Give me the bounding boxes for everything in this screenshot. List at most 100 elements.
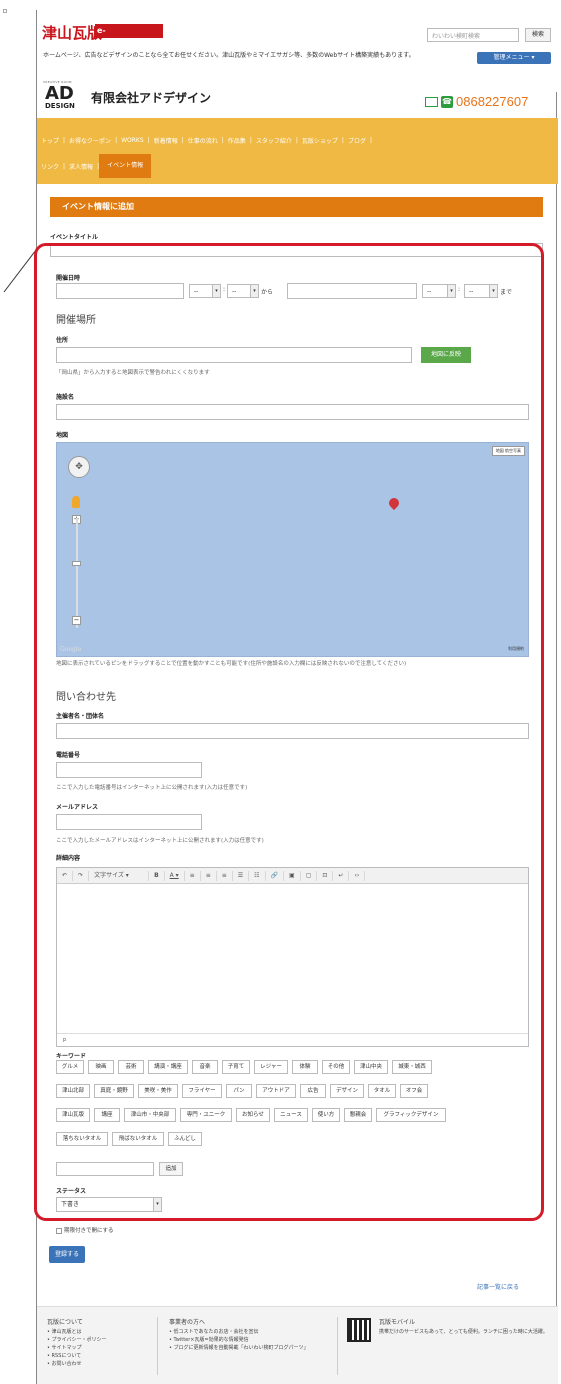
keyword-tag[interactable]: パン <box>226 1084 252 1098</box>
keyword-tag[interactable]: 美咲・美作 <box>138 1084 178 1098</box>
search-input[interactable]: わいわい検町検索 <box>427 28 519 42</box>
nav-item-jobs[interactable]: 求人情報 <box>65 162 97 171</box>
media-icon[interactable]: ⊡ <box>317 870 334 881</box>
keyword-tag[interactable]: 懇親会 <box>344 1108 372 1122</box>
footer-link[interactable]: • プライバシー・ポリシー <box>47 1336 106 1344</box>
keyword-tag[interactable]: オフ会 <box>400 1084 428 1098</box>
start-minute-select[interactable]: -- ▾ <box>227 284 259 298</box>
bold-icon[interactable]: B <box>149 870 165 881</box>
map-terms-link[interactable]: 利用規約 <box>508 646 524 652</box>
mail-icon[interactable] <box>425 97 438 107</box>
rich-text-editor[interactable]: ↶ ↷ 文字サイズ ▾ B A ▾ ≡ ≡ ≡ ☰ ☷ 🔗 ▣ ▢ ⊡ ↵ ‹›… <box>56 867 529 1047</box>
keyword-tag[interactable]: お知らせ <box>236 1108 270 1122</box>
numbered-list-icon[interactable]: ☷ <box>249 870 266 881</box>
nav-item-works[interactable]: WORKS <box>117 137 148 144</box>
map-type-toggle[interactable]: 地図 航空写真 <box>491 446 525 456</box>
keyword-tag[interactable]: 飛ばないタオル <box>112 1132 164 1146</box>
align-right-icon[interactable]: ≡ <box>217 870 233 881</box>
footer-link[interactable]: • お問い合わせ <box>47 1360 106 1368</box>
end-date-input[interactable] <box>287 283 417 299</box>
keyword-tag[interactable]: 真庭・鏡野 <box>94 1084 134 1098</box>
nav-item-events[interactable]: イベント情報 <box>99 154 152 178</box>
document-icon[interactable]: ▢ <box>301 870 318 881</box>
link-icon[interactable]: 🔗 <box>266 870 285 881</box>
zoom-handle[interactable] <box>72 561 81 566</box>
phone-number[interactable]: 0868227607 <box>456 94 528 109</box>
start-hour-select[interactable]: -- ▾ <box>189 284 221 298</box>
add-keyword-button[interactable]: 追加 <box>159 1162 183 1176</box>
nav-item-blog[interactable]: ブログ <box>344 136 370 145</box>
keyword-tag[interactable]: 芸術 <box>118 1060 144 1074</box>
status-select[interactable]: 下書き ▾ <box>56 1197 162 1212</box>
keyword-tag[interactable]: 映画 <box>88 1060 114 1074</box>
keyword-tag[interactable]: 城東・城西 <box>392 1060 432 1074</box>
keyword-tag[interactable]: 専門・ユニーク <box>180 1108 232 1122</box>
submit-button[interactable]: 登録する <box>49 1246 85 1263</box>
phone-input[interactable] <box>56 762 202 778</box>
footer-link[interactable]: • 低コストであなたのお店・会社を宣伝 <box>169 1328 329 1336</box>
keyword-tag[interactable]: デザイン <box>330 1084 364 1098</box>
footer-link[interactable]: • Twitter×瓦版=効果的な情報発信 <box>169 1336 329 1344</box>
organizer-input[interactable] <box>56 723 529 739</box>
map-pan-icon[interactable]: ✥ <box>68 456 90 478</box>
line-break-icon[interactable]: ↵ <box>333 870 350 881</box>
facility-input[interactable] <box>56 404 529 420</box>
align-left-icon[interactable]: ≡ <box>185 870 201 881</box>
keyword-tag[interactable]: グラフィックデザイン <box>376 1108 446 1122</box>
nav-item-coupon[interactable]: お得なクーポン <box>65 136 115 145</box>
keyword-tag[interactable]: フライヤー <box>182 1084 222 1098</box>
site-logo-domain[interactable]: e-tsuyama.com <box>95 24 163 49</box>
redo-icon[interactable]: ↷ <box>73 870 90 881</box>
address-input[interactable] <box>56 347 412 363</box>
zoom-out-icon[interactable]: − <box>72 616 81 625</box>
image-icon[interactable]: ▣ <box>284 870 301 881</box>
nav-item-top[interactable]: トップ <box>37 136 63 145</box>
keyword-tag[interactable]: 音楽 <box>192 1060 218 1074</box>
ad-design-logo[interactable]: AD DESIGN <box>45 85 75 111</box>
keyword-tag[interactable]: 津山市・中央部 <box>124 1108 176 1122</box>
keyword-tag[interactable]: 子育て <box>222 1060 250 1074</box>
admin-menu-button[interactable]: 管理メニュー ▾ <box>477 52 551 64</box>
keyword-tag[interactable]: 津山中央 <box>354 1060 388 1074</box>
checkbox-icon[interactable] <box>56 1227 62 1234</box>
footer-link[interactable]: • ブログに更新情報を自動掲載「わいわい検町ブログパーツ」 <box>169 1344 329 1352</box>
align-center-icon[interactable]: ≡ <box>201 870 217 881</box>
undo-icon[interactable]: ↶ <box>57 870 74 881</box>
keyword-tag[interactable]: 講演・講座 <box>148 1060 188 1074</box>
map-canvas[interactable]: ✥ + − 地図 航空写真 Google 利用規約 <box>56 442 529 657</box>
zoom-slider[interactable] <box>76 518 78 628</box>
keyword-tag[interactable]: 津山瓦版 <box>56 1108 90 1122</box>
event-title-input[interactable] <box>50 243 543 257</box>
map-reflect-button[interactable]: 地図に反映 <box>421 347 471 363</box>
nav-item-workflow[interactable]: 仕事の流れ <box>184 136 222 145</box>
keyword-tag[interactable]: レジャー <box>254 1060 288 1074</box>
keyword-tag[interactable]: 広告 <box>300 1084 326 1098</box>
keyword-tag[interactable]: その他 <box>322 1060 350 1074</box>
search-button[interactable]: 検索 <box>525 28 551 42</box>
keyword-tag[interactable]: 津山北部 <box>56 1084 90 1098</box>
nav-item-portfolio[interactable]: 作品集 <box>224 136 250 145</box>
keyword-input[interactable] <box>56 1162 154 1176</box>
source-code-icon[interactable]: ‹› <box>349 870 366 881</box>
keyword-tag[interactable]: 講座 <box>94 1108 120 1122</box>
map-pin-icon[interactable] <box>386 495 402 511</box>
pegman-icon[interactable] <box>72 496 80 508</box>
back-to-list-link[interactable]: 記事一覧に戻る <box>477 1282 519 1291</box>
private-checkbox[interactable]: 期限付きで開にする <box>56 1226 114 1234</box>
keyword-tag[interactable]: グルメ <box>56 1060 84 1074</box>
site-logo[interactable]: 津山瓦版 <box>42 22 102 43</box>
font-size-select[interactable]: 文字サイズ ▾ <box>89 870 150 881</box>
end-minute-select[interactable]: -- ▾ <box>464 284 498 298</box>
keyword-tag[interactable]: ニュース <box>274 1108 308 1122</box>
keyword-tag[interactable]: タオル <box>368 1084 396 1098</box>
footer-link[interactable]: • 津山瓦版とは <box>47 1328 106 1336</box>
keyword-tag[interactable]: 体験 <box>292 1060 318 1074</box>
email-input[interactable] <box>56 814 202 830</box>
footer-link[interactable]: • RSSについて <box>47 1352 106 1360</box>
bullet-list-icon[interactable]: ☰ <box>233 870 250 881</box>
footer-link[interactable]: • サイトマップ <box>47 1344 106 1352</box>
start-date-input[interactable] <box>56 283 184 299</box>
nav-item-news[interactable]: 新着情報 <box>150 136 182 145</box>
nav-item-staff[interactable]: スタッフ紹介 <box>252 136 296 145</box>
nav-item-links[interactable]: リンク <box>37 162 63 171</box>
